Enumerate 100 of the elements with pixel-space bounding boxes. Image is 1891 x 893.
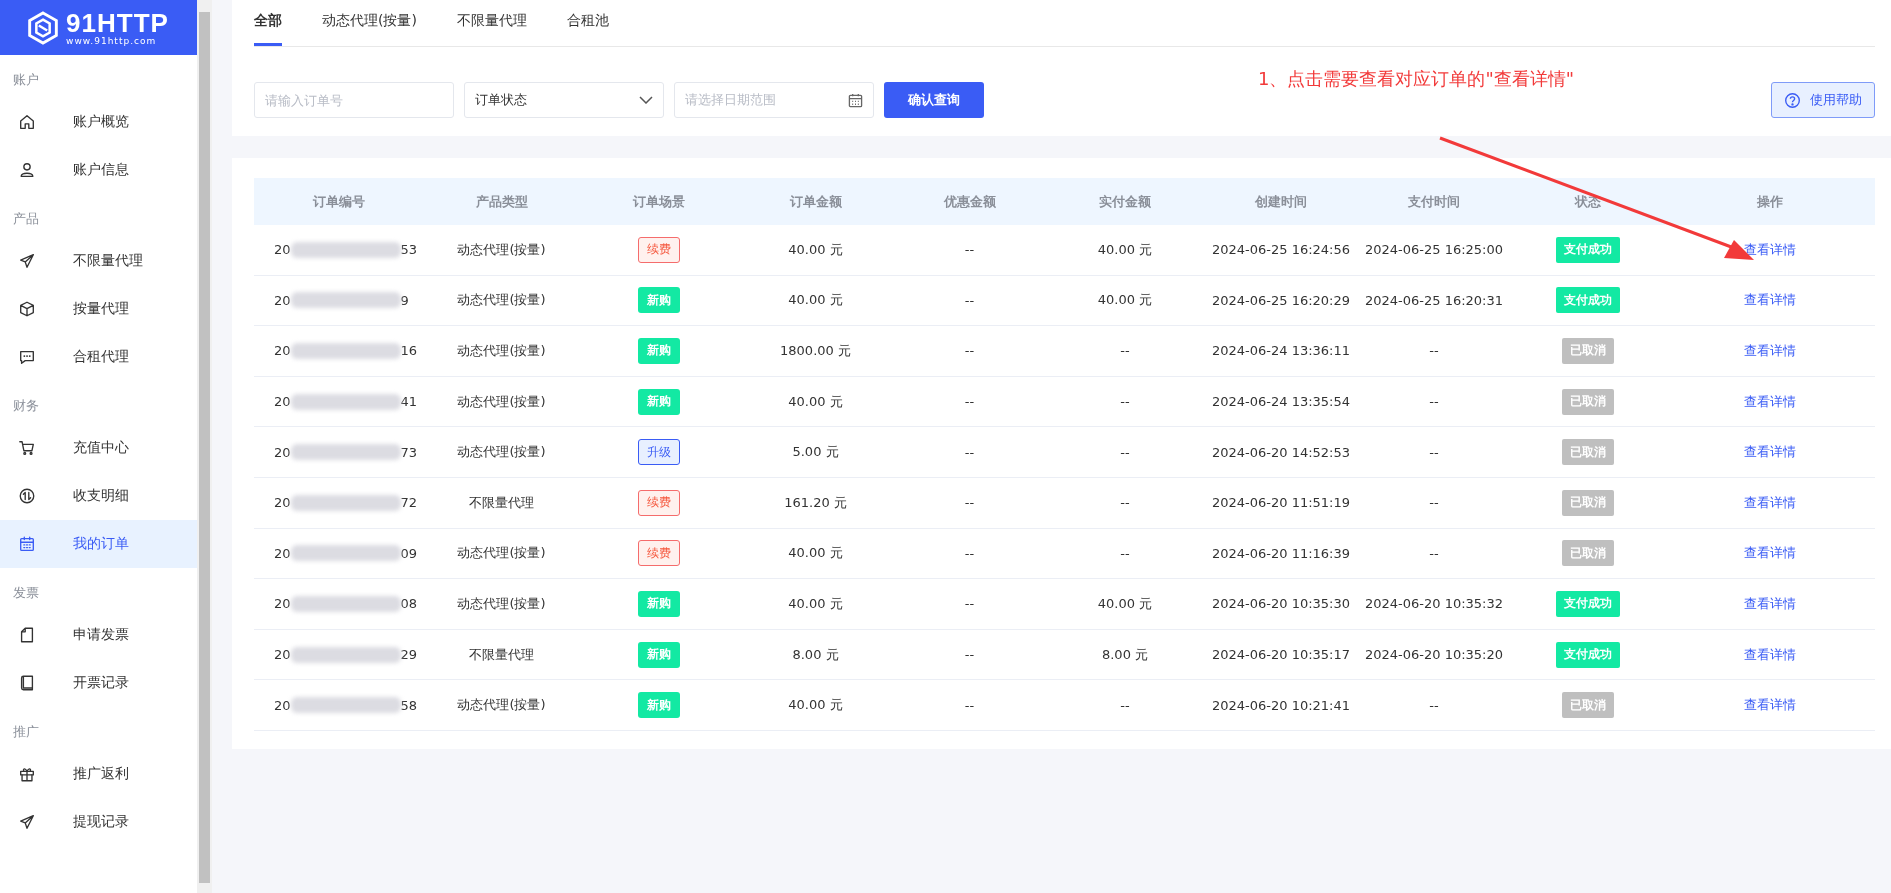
status-tag: 支付成功 (1555, 236, 1620, 263)
table-cell: 动态代理(按量) (457, 696, 546, 715)
sidebar-item[interactable]: 提现记录 (0, 798, 197, 846)
order-number-suffix: 08 (400, 596, 418, 612)
view-details-link[interactable]: 查看详情 (1744, 392, 1796, 411)
table-cell: -- (1429, 394, 1439, 410)
order-number-prefix: 20 (274, 343, 291, 359)
view-details-link[interactable]: 查看详情 (1744, 291, 1796, 310)
sidebar-item[interactable]: 收支明细 (0, 472, 197, 520)
order-number-prefix: 20 (274, 697, 291, 713)
table-cell: 2024-06-20 14:52:53 (1211, 444, 1351, 460)
table-cell: -- (964, 444, 975, 460)
section-title: 产品 (12, 210, 40, 228)
section-title: 财务 (12, 397, 40, 415)
view-details-link[interactable]: 查看详情 (1744, 645, 1796, 664)
table-cell: 动态代理(按量) (457, 544, 546, 563)
view-details-link[interactable]: 查看详情 (1744, 594, 1796, 613)
table-cell: 40.00 元 (1097, 240, 1153, 259)
table-cell: -- (1429, 343, 1439, 359)
sidebar-item[interactable]: 开票记录 (0, 659, 197, 707)
table-cell: 动态代理(按量) (457, 240, 546, 259)
status-tag: 已取消 (1561, 388, 1614, 415)
help-button[interactable]: 使用帮助 (1771, 82, 1875, 118)
status-tag: 已取消 (1561, 439, 1614, 466)
table-cell: 动态代理(按量) (457, 342, 546, 360)
sidebar-item[interactable]: 充值中心 (0, 424, 197, 472)
cube-icon (18, 300, 36, 318)
sidebar-item[interactable]: 账户概览 (0, 98, 197, 146)
tab[interactable]: 合租池 (566, 0, 609, 46)
sidebar-item[interactable]: 我的订单 (0, 520, 197, 568)
sidebar-item[interactable]: 不限量代理 (0, 237, 197, 285)
table-cell: -- (964, 596, 975, 612)
table-cell: -- (1120, 495, 1130, 511)
table-cell: -- (964, 647, 975, 663)
table-cell: -- (964, 697, 975, 713)
scene-tag: 新购 (638, 388, 680, 415)
sidebar-item[interactable]: 按量代理 (0, 285, 197, 333)
section-title: 推广 (12, 723, 40, 741)
table-cell: 8.00 元 (792, 645, 839, 664)
status-select[interactable]: 订单状态 (464, 82, 664, 118)
table-cell: 2024-06-24 13:36:11 (1211, 343, 1351, 359)
scene-tag: 新购 (638, 338, 680, 364)
order-number-prefix: 20 (274, 545, 291, 561)
column-header: 优惠金额 (942, 192, 997, 211)
table-cell: 40.00 元 (788, 696, 843, 715)
view-details-link[interactable]: 查看详情 (1744, 443, 1796, 462)
scene-tag: 新购 (638, 590, 680, 617)
table-cell: 动态代理(按量) (457, 291, 546, 310)
table-cell: -- (1120, 545, 1130, 561)
scrollbar[interactable] (197, 0, 212, 893)
table-cell: -- (1429, 697, 1439, 713)
table-cell: -- (1120, 444, 1130, 460)
column-header: 操作 (1756, 192, 1784, 211)
query-button[interactable]: 确认查询 (884, 82, 984, 118)
table-cell: 161.20 元 (784, 493, 847, 512)
tab[interactable]: 不限量代理 (456, 0, 527, 46)
order-number-suffix: 16 (400, 343, 418, 359)
table-cell: 动态代理(按量) (457, 392, 546, 411)
order-number-suffix: 53 (400, 242, 418, 258)
view-details-link[interactable]: 查看详情 (1744, 544, 1796, 563)
view-details-link[interactable]: 查看详情 (1744, 493, 1796, 512)
order-number-suffix: 9 (400, 292, 409, 308)
status-tag: 已取消 (1561, 692, 1614, 719)
table-cell: -- (964, 394, 975, 410)
order-number-suffix: 41 (400, 394, 418, 410)
column-header: 创建时间 (1254, 192, 1308, 211)
scene-tag: 新购 (638, 692, 680, 719)
sidebar-item[interactable]: 申请发票 (0, 611, 197, 659)
table-cell: 2024-06-20 11:51:19 (1211, 495, 1351, 511)
column-header: 订单场景 (632, 192, 686, 211)
view-details-link[interactable]: 查看详情 (1744, 696, 1796, 715)
tab[interactable]: 动态代理(按量) (322, 0, 417, 46)
home-icon (18, 113, 36, 131)
calendar-icon (848, 92, 863, 108)
table-cell: 2024-06-25 16:20:29 (1211, 292, 1351, 308)
table-cell: 40.00 元 (788, 594, 843, 613)
table-cell: 2024-06-24 13:35:54 (1211, 394, 1351, 410)
logo-name: 91HTTP (66, 9, 169, 36)
column-header: 订单金额 (788, 192, 843, 211)
sidebar-item[interactable]: 账户信息 (0, 146, 197, 194)
table-cell: 2024-06-25 16:25:00 (1364, 242, 1504, 258)
table-cell: 2024-06-20 10:35:17 (1211, 647, 1351, 663)
table-cell: 不限量代理 (469, 645, 534, 664)
table-cell: 40.00 元 (788, 544, 843, 563)
view-details-link[interactable]: 查看详情 (1744, 342, 1796, 360)
scene-tag: 新购 (638, 641, 680, 668)
table-cell: 2024-06-25 16:24:56 (1211, 242, 1351, 258)
order-number-prefix: 20 (274, 394, 291, 410)
table-cell: 动态代理(按量) (457, 443, 546, 462)
order-number-field[interactable]: 请输入订单号 (254, 82, 454, 118)
chat-icon (18, 348, 36, 366)
table-cell: 2024-06-25 16:20:31 (1364, 292, 1504, 308)
section-title: 账户 (12, 71, 40, 89)
user-icon (18, 161, 36, 179)
gift-icon (18, 765, 36, 783)
sidebar-item[interactable]: 推广返利 (0, 750, 197, 798)
table-cell: -- (964, 343, 975, 359)
status-tag: 已取消 (1561, 489, 1614, 516)
sidebar-item[interactable]: 合租代理 (0, 333, 197, 381)
tab[interactable]: 全部 (254, 0, 282, 46)
